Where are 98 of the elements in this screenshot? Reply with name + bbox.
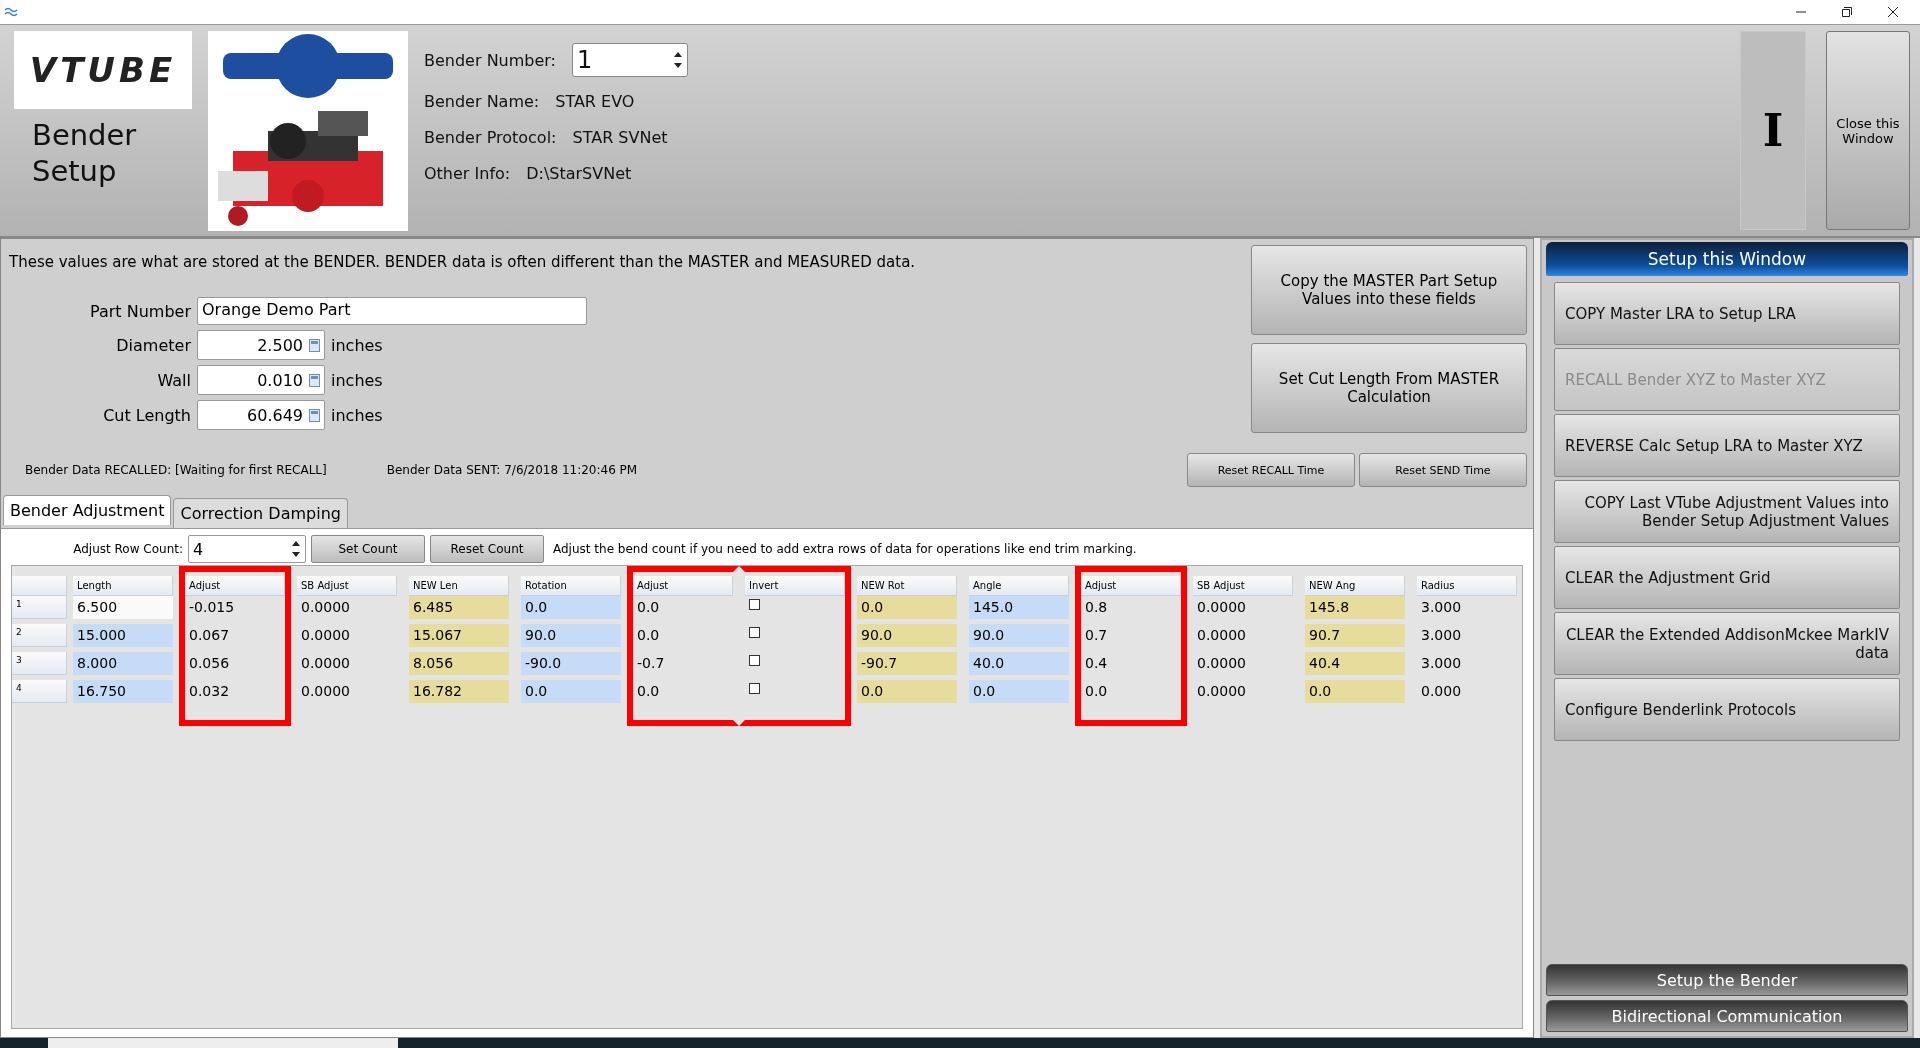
row-header[interactable]: 4 xyxy=(12,680,67,703)
reset-button[interactable]: Reset RECALL Time xyxy=(1187,453,1355,487)
invert-checkbox[interactable] xyxy=(749,627,760,638)
column-header[interactable]: SB Adjust xyxy=(1193,576,1293,596)
action-button[interactable]: COPY Last VTube Adjustment Values into Bender Setup Adjustment Values xyxy=(1554,480,1900,543)
column-header[interactable]: Radius xyxy=(1417,576,1517,596)
status-text: Bender Data RECALLED: [Waiting for first RECALL] xyxy=(25,463,327,477)
calculator-icon[interactable] xyxy=(309,408,320,422)
action-button[interactable]: Configure Benderlink Protocols xyxy=(1554,678,1900,741)
table-cell[interactable]: 90.0 xyxy=(857,624,957,647)
tab[interactable]: Bender Adjustment xyxy=(3,495,172,525)
count-button[interactable]: Reset Count xyxy=(430,535,544,563)
calculator-icon[interactable] xyxy=(309,373,320,387)
table-cell[interactable]: 40.0 xyxy=(969,652,1069,675)
column-header[interactable]: Adjust xyxy=(633,576,733,596)
invert-checkbox[interactable] xyxy=(749,683,760,694)
field-label: Cut Length xyxy=(102,405,191,425)
column-header[interactable]: Adjust xyxy=(1081,576,1181,596)
table-cell[interactable]: 6.485 xyxy=(409,596,509,619)
table-cell[interactable]: 0.0 xyxy=(857,596,957,619)
number-field[interactable]: 0.010 xyxy=(197,365,325,395)
row-count-spinner[interactable]: 4 xyxy=(188,535,306,563)
field-label: Wall xyxy=(156,370,191,390)
info-value: STAR EVO xyxy=(555,91,635,111)
table-cell[interactable]: 15.067 xyxy=(409,624,509,647)
column-header[interactable]: Rotation xyxy=(521,576,621,596)
table-cell[interactable]: 0.0 xyxy=(521,596,621,619)
number-field[interactable]: 60.649 xyxy=(197,400,325,430)
column-header[interactable]: Adjust xyxy=(185,576,285,596)
master-button[interactable]: Copy the MASTER Part Setup Values into these fields xyxy=(1251,245,1527,335)
master-button[interactable]: Set Cut Length From MASTER Calculation xyxy=(1251,343,1527,433)
close-window-button[interactable]: Close this Window xyxy=(1826,31,1910,230)
column-header[interactable]: Length xyxy=(73,576,173,596)
info-value: D:\StarSVNet xyxy=(526,163,632,183)
field-label: Part Number xyxy=(89,301,191,321)
corner-header xyxy=(12,576,67,596)
unit-label: inches xyxy=(331,335,383,355)
column-header[interactable]: Angle xyxy=(969,576,1069,596)
action-button[interactable]: CLEAR the Extended AddisonMckee MarkIV data xyxy=(1554,612,1900,675)
field-label: Diameter xyxy=(115,335,191,355)
table-cell[interactable]: 90.0 xyxy=(521,624,621,647)
table-cell[interactable]: 8.056 xyxy=(409,652,509,675)
table-cell[interactable]: 0.0 xyxy=(1305,680,1405,703)
action-button[interactable]: COPY Master LRA to Setup LRA xyxy=(1554,282,1900,345)
section-button[interactable]: Setup the Bender xyxy=(1546,964,1908,996)
hint-text: Adjust the bend count if you need to add extra rows of data for operations like end trim marking. xyxy=(553,542,1137,556)
section-button[interactable]: Bidirectional Communication xyxy=(1546,1000,1908,1032)
count-button[interactable]: Set Count xyxy=(311,535,425,563)
column-header[interactable]: Invert xyxy=(745,576,845,596)
table-cell[interactable]: 90.7 xyxy=(1305,624,1405,647)
number-field[interactable]: 2.500 xyxy=(197,330,325,360)
table-cell[interactable]: 15.000 xyxy=(73,624,173,647)
table-cell[interactable]: 0.0 xyxy=(969,680,1069,703)
row-header[interactable]: 2 xyxy=(12,624,67,647)
invert-checkbox[interactable] xyxy=(749,655,760,666)
app-icon xyxy=(4,6,18,18)
panel-header[interactable]: Setup this Window xyxy=(1546,242,1908,276)
column-header[interactable]: SB Adjust xyxy=(297,576,397,596)
reset-button[interactable]: Reset SEND Time xyxy=(1359,453,1527,487)
column-header[interactable]: NEW Len xyxy=(409,576,509,596)
table-cell[interactable]: 145.8 xyxy=(1305,596,1405,619)
row-header[interactable]: 1 xyxy=(12,596,67,619)
restore-icon xyxy=(1842,7,1852,17)
table-cell[interactable]: -90.7 xyxy=(857,652,957,675)
action-button[interactable]: CLEAR the Adjustment Grid xyxy=(1554,546,1900,609)
info-label: Other Info: xyxy=(424,163,511,183)
table-cell[interactable]: -90.0 xyxy=(521,652,621,675)
input-field[interactable]: Orange Demo Part xyxy=(197,297,587,325)
intro-text: These values are what are stored at the BENDER. BENDER data is often different than the MASTER and MEASURED data. xyxy=(9,253,916,271)
info-label: Bender Number: xyxy=(424,50,556,70)
close-icon xyxy=(1888,7,1898,17)
info-value: STAR SVNet xyxy=(572,127,668,147)
table-cell[interactable]: 6.500 xyxy=(73,596,173,619)
table-cell[interactable]: 16.782 xyxy=(409,680,509,703)
table-cell[interactable]: 16.750 xyxy=(73,680,173,703)
cursor-panel: I xyxy=(1740,31,1806,230)
table-cell[interactable]: 90.0 xyxy=(969,624,1069,647)
unit-label: inches xyxy=(331,405,383,425)
info-label: Bender Protocol: xyxy=(424,127,557,147)
number-spinner[interactable]: 1 xyxy=(572,43,688,77)
table-cell[interactable]: 0.0 xyxy=(521,680,621,703)
invert-checkbox[interactable] xyxy=(749,599,760,610)
logo: VTUBE xyxy=(14,31,192,109)
table-cell[interactable]: 145.0 xyxy=(969,596,1069,619)
info-label: Bender Name: xyxy=(424,91,540,111)
window-title: Bender Setup xyxy=(32,117,138,189)
unit-label: inches xyxy=(331,370,383,390)
row-header[interactable]: 3 xyxy=(12,652,67,675)
table-cell[interactable]: 0.0 xyxy=(857,680,957,703)
status-text: Bender Data SENT: 7/6/2018 11:20:46 PM xyxy=(386,463,638,477)
row-count-label: Adjust Row Count: xyxy=(72,542,183,556)
column-header[interactable]: NEW Rot xyxy=(857,576,957,596)
table-cell[interactable]: 40.4 xyxy=(1305,652,1405,675)
action-button[interactable]: REVERSE Calc Setup LRA to Master XYZ xyxy=(1554,414,1900,477)
column-header[interactable]: NEW Ang xyxy=(1305,576,1405,596)
table-cell[interactable]: 8.000 xyxy=(73,652,173,675)
tab[interactable]: Correction Damping xyxy=(173,498,348,528)
calculator-icon[interactable] xyxy=(309,338,320,352)
